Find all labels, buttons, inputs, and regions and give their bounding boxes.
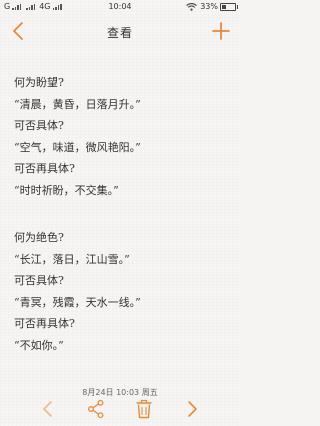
delete-button[interactable]: [133, 398, 155, 420]
note-line: 可否再具体?: [14, 317, 75, 330]
note-line: “长江，落日，江山雪。”: [14, 252, 130, 266]
status-bar: G 4G 10:04 33%: [0, 0, 240, 14]
header: 查看: [0, 14, 240, 50]
share-icon: [88, 399, 104, 419]
bottom-toolbar: [0, 396, 240, 422]
note-line: 可否具体?: [14, 119, 64, 132]
note-line: “青冥，残霞，天水一线。”: [14, 295, 141, 309]
share-button[interactable]: [85, 398, 107, 420]
wifi-icon: [186, 2, 198, 11]
note-line: 何为盼望?: [14, 76, 64, 89]
note-line: 何为绝色?: [14, 231, 64, 244]
battery-percent: 33%: [200, 2, 218, 11]
plus-icon: [212, 22, 230, 40]
trash-icon: [136, 399, 152, 419]
previous-button[interactable]: [37, 398, 59, 420]
next-button[interactable]: [181, 398, 203, 420]
note-line: 可否具体?: [14, 274, 64, 287]
status-right: 33%: [186, 2, 238, 11]
note-line: 可否再具体?: [14, 162, 75, 175]
chevron-right-icon: [188, 401, 197, 417]
chevron-left-icon: [43, 401, 52, 417]
page-title: 查看: [106, 26, 133, 40]
battery-icon: [220, 2, 238, 11]
note-line: “清晨，黄昏，日落月升。”: [14, 97, 141, 111]
note-content[interactable]: 何为盼望? “清晨，黄昏，日落月升。” 可否具体? “空气，味道，微风艳阳。” …: [14, 72, 230, 356]
note-line: “不如你。”: [14, 338, 64, 352]
battery-fill: [222, 4, 226, 9]
note-line: “时时祈盼，不交集。”: [14, 183, 119, 197]
add-button[interactable]: [210, 20, 232, 42]
note-line: “空气，味道，微风艳阳。”: [14, 140, 141, 154]
